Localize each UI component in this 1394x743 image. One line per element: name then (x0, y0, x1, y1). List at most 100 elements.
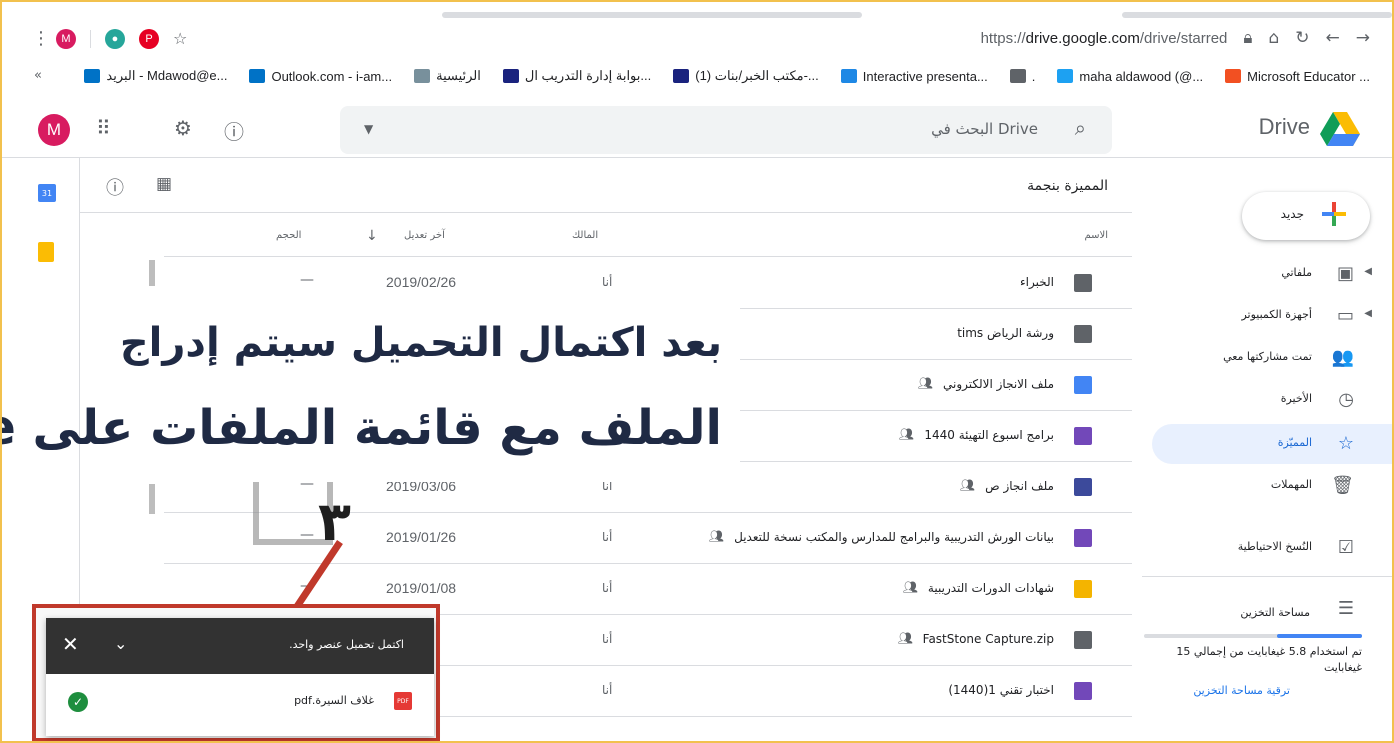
search-input[interactable]: البحث في Drive (931, 120, 1038, 138)
clock-icon: ◷ (1338, 389, 1354, 410)
expand-arrow-icon[interactable]: ◀ (1364, 266, 1372, 277)
file-name[interactable]: بيانات الورش التدريبية والبرامج للمدارس … (734, 530, 1054, 544)
search-icon[interactable]: ⌕ (1075, 116, 1086, 140)
file-name[interactable]: ملف الانجاز الالكتروني (943, 377, 1054, 391)
bookmark-label: البريد - Mdawod@e... (106, 68, 228, 83)
sidebar-item-star[interactable]: ☆ المميّزة (1152, 424, 1392, 464)
close-icon[interactable]: ✕ (62, 632, 79, 656)
my-drive-icon: ▣ (1336, 263, 1354, 284)
cell-date: 2019/02/26 (386, 274, 457, 290)
storage-label[interactable]: مساحة التخزين (1240, 606, 1310, 619)
back-icon[interactable]: → (1356, 28, 1370, 48)
shared-users-icon: 👥︎ (917, 376, 933, 390)
sort-down-icon[interactable]: ↓ (366, 228, 378, 244)
shared-users-icon: 👥︎ (902, 580, 918, 594)
file-name[interactable]: اختبار تقني 1(1440) (948, 683, 1054, 697)
forms-icon (1074, 682, 1092, 700)
sidebar-item-my-drive[interactable]: ◀ ▣ ملفاتي (1152, 254, 1392, 294)
account-avatar[interactable]: M (38, 114, 70, 146)
keep-icon[interactable] (38, 242, 54, 262)
shared-users-icon: 👥︎ (959, 478, 975, 492)
help-icon[interactable]: ⓘ (224, 116, 244, 145)
calendar-icon[interactable]: 31 (38, 184, 56, 202)
cell-owner: أنا (602, 683, 613, 697)
bookmark-label: بوابة إدارة التدريب ال... (524, 68, 652, 83)
sidebar: جديد ◀ ▣ ملفاتي ◀ ▭ أجهزة الكمبيوتر 👥 تمت مشارك… (1128, 158, 1392, 741)
bookmark-label: maha aldawood (@... (1079, 68, 1204, 84)
sidebar-item-label: أجهزة الكمبيوتر (1241, 308, 1312, 321)
new-button[interactable]: جديد (1242, 192, 1370, 240)
file-name[interactable]: ملف انجاز ص (985, 479, 1054, 493)
sidebar-item-label: تمت مشاركتها معي (1223, 350, 1312, 363)
file-name[interactable]: FastStone Capture.zip (923, 632, 1054, 646)
twitter-icon (1057, 69, 1074, 83)
storage-icon: ☰ (1337, 598, 1354, 619)
settings-gear-icon[interactable]: ⚙ (174, 116, 192, 140)
grid-view-icon[interactable]: ▦ (156, 174, 172, 194)
column-header-name[interactable]: الاسم (1084, 230, 1108, 241)
cell-owner: أنا (602, 530, 613, 544)
tab[interactable] (442, 12, 862, 18)
extension-icon[interactable]: ● (105, 28, 125, 49)
file-name[interactable]: الخبراء (1020, 275, 1054, 289)
column-header-size[interactable]: الحجم (276, 230, 301, 241)
bookmark-item[interactable]: maha aldawood (@... (1057, 69, 1203, 84)
apps-grid-icon[interactable]: ⠿ (96, 116, 111, 140)
sidebar-item-backup[interactable]: ☑ النُسخ الاحتياطية (1152, 528, 1392, 568)
sidebar-item-trash[interactable]: 🗑 المهملات (1152, 466, 1392, 506)
expand-arrow-icon[interactable]: ◀ (1364, 308, 1372, 319)
info-icon[interactable]: ⓘ (106, 174, 124, 200)
search-options-icon[interactable]: ▼ (364, 122, 373, 136)
cell-size: — (300, 272, 314, 288)
sidebar-item-computers[interactable]: ◀ ▭ أجهزة الكمبيوتر (1152, 296, 1392, 336)
shared-users-icon: 👥︎ (708, 529, 724, 543)
tab-strip (2, 2, 1392, 20)
screenshot-frame: ⋮ M ● P ☆ https://drive.google.com/drive… (0, 0, 1394, 743)
divider (1142, 576, 1392, 577)
bookmark-item[interactable]: الرئيسية (414, 68, 481, 84)
check-circle-icon: ✓ (68, 692, 88, 712)
file-name[interactable]: شهادات الدورات التدريبية (928, 581, 1054, 595)
forms-icon (1074, 529, 1092, 547)
menu-icon[interactable]: ⋮ (32, 28, 50, 49)
bookmark-item[interactable]: Microsoft Educator ... (1225, 69, 1370, 84)
chart-icon (840, 69, 857, 83)
bookmark-item[interactable]: بوابة إدارة التدريب ال... (502, 68, 652, 84)
trash-icon: 🗑 (1331, 475, 1354, 496)
sidebar-item-shared[interactable]: 👥 تمت مشاركتها معي (1152, 338, 1392, 378)
chevron-down-icon[interactable]: ⌄ (114, 634, 127, 653)
bookmark-item[interactable]: Interactive presenta... (840, 69, 988, 84)
star-icon: ☆ (1337, 433, 1354, 454)
annotation-line-2: الملف مع قائمة الملفات على Drive (2, 400, 722, 456)
bookmark-star-icon[interactable]: ☆ (173, 29, 187, 48)
uploaded-file-name[interactable]: غلاف السيرة.pdf (294, 694, 374, 707)
file-name[interactable]: برامج اسبوع التهيئة 1440 (924, 428, 1054, 442)
sidebar-item-clock[interactable]: ◷ الأخيرة (1152, 380, 1392, 420)
annotation-line-1: بعد اكتمال التحميل سيتم إدراج (119, 320, 722, 366)
bookmark-item[interactable]: . (1009, 69, 1035, 84)
forward-icon[interactable]: ← (1326, 28, 1340, 48)
cell-owner: أنا (602, 275, 613, 289)
bookmark-item[interactable]: (1) مكتب الخبر/بنات-... (673, 68, 819, 84)
bookmark-item[interactable]: البريد - Mdawod@e... (84, 68, 227, 84)
new-button-label: جديد (1280, 207, 1304, 221)
pinterest-icon[interactable]: P (139, 28, 159, 49)
address-bar[interactable]: https://drive.google.com/drive/starred (981, 30, 1228, 47)
upgrade-storage-link[interactable]: ترقية مساحة التخزين (1193, 684, 1290, 697)
sidebar-item-label: المميّزة (1277, 436, 1312, 449)
table-row[interactable]: بيانات الورش التدريبية والبرامج للمدارس … (164, 513, 1132, 564)
home-icon[interactable]: ⌂ (1268, 28, 1279, 48)
bookmark-label: Microsoft Educator ... (1247, 68, 1370, 84)
lock-icon: 🔒︎ (1243, 28, 1253, 48)
profile-avatar[interactable]: M (56, 28, 76, 49)
reload-icon[interactable]: ↻ (1295, 28, 1309, 48)
bookmark-item[interactable]: Outlook.com - i-am... (249, 69, 392, 84)
storage-usage-text: تم استخدام 5.8 غيغابايت من إجمالي 15 غيغ… (1176, 645, 1362, 674)
search-box[interactable]: ▼ البحث في Drive ⌕ (340, 106, 1112, 154)
url-host: drive.google.com (1025, 29, 1140, 47)
cell-date: 2019/01/26 (386, 529, 457, 545)
column-header-owner[interactable]: المالك (572, 230, 598, 241)
column-header-modified[interactable]: آخر تعديل (404, 230, 445, 241)
tab[interactable] (1122, 12, 1392, 18)
file-name[interactable]: ورشة الرياض tims (957, 326, 1054, 340)
